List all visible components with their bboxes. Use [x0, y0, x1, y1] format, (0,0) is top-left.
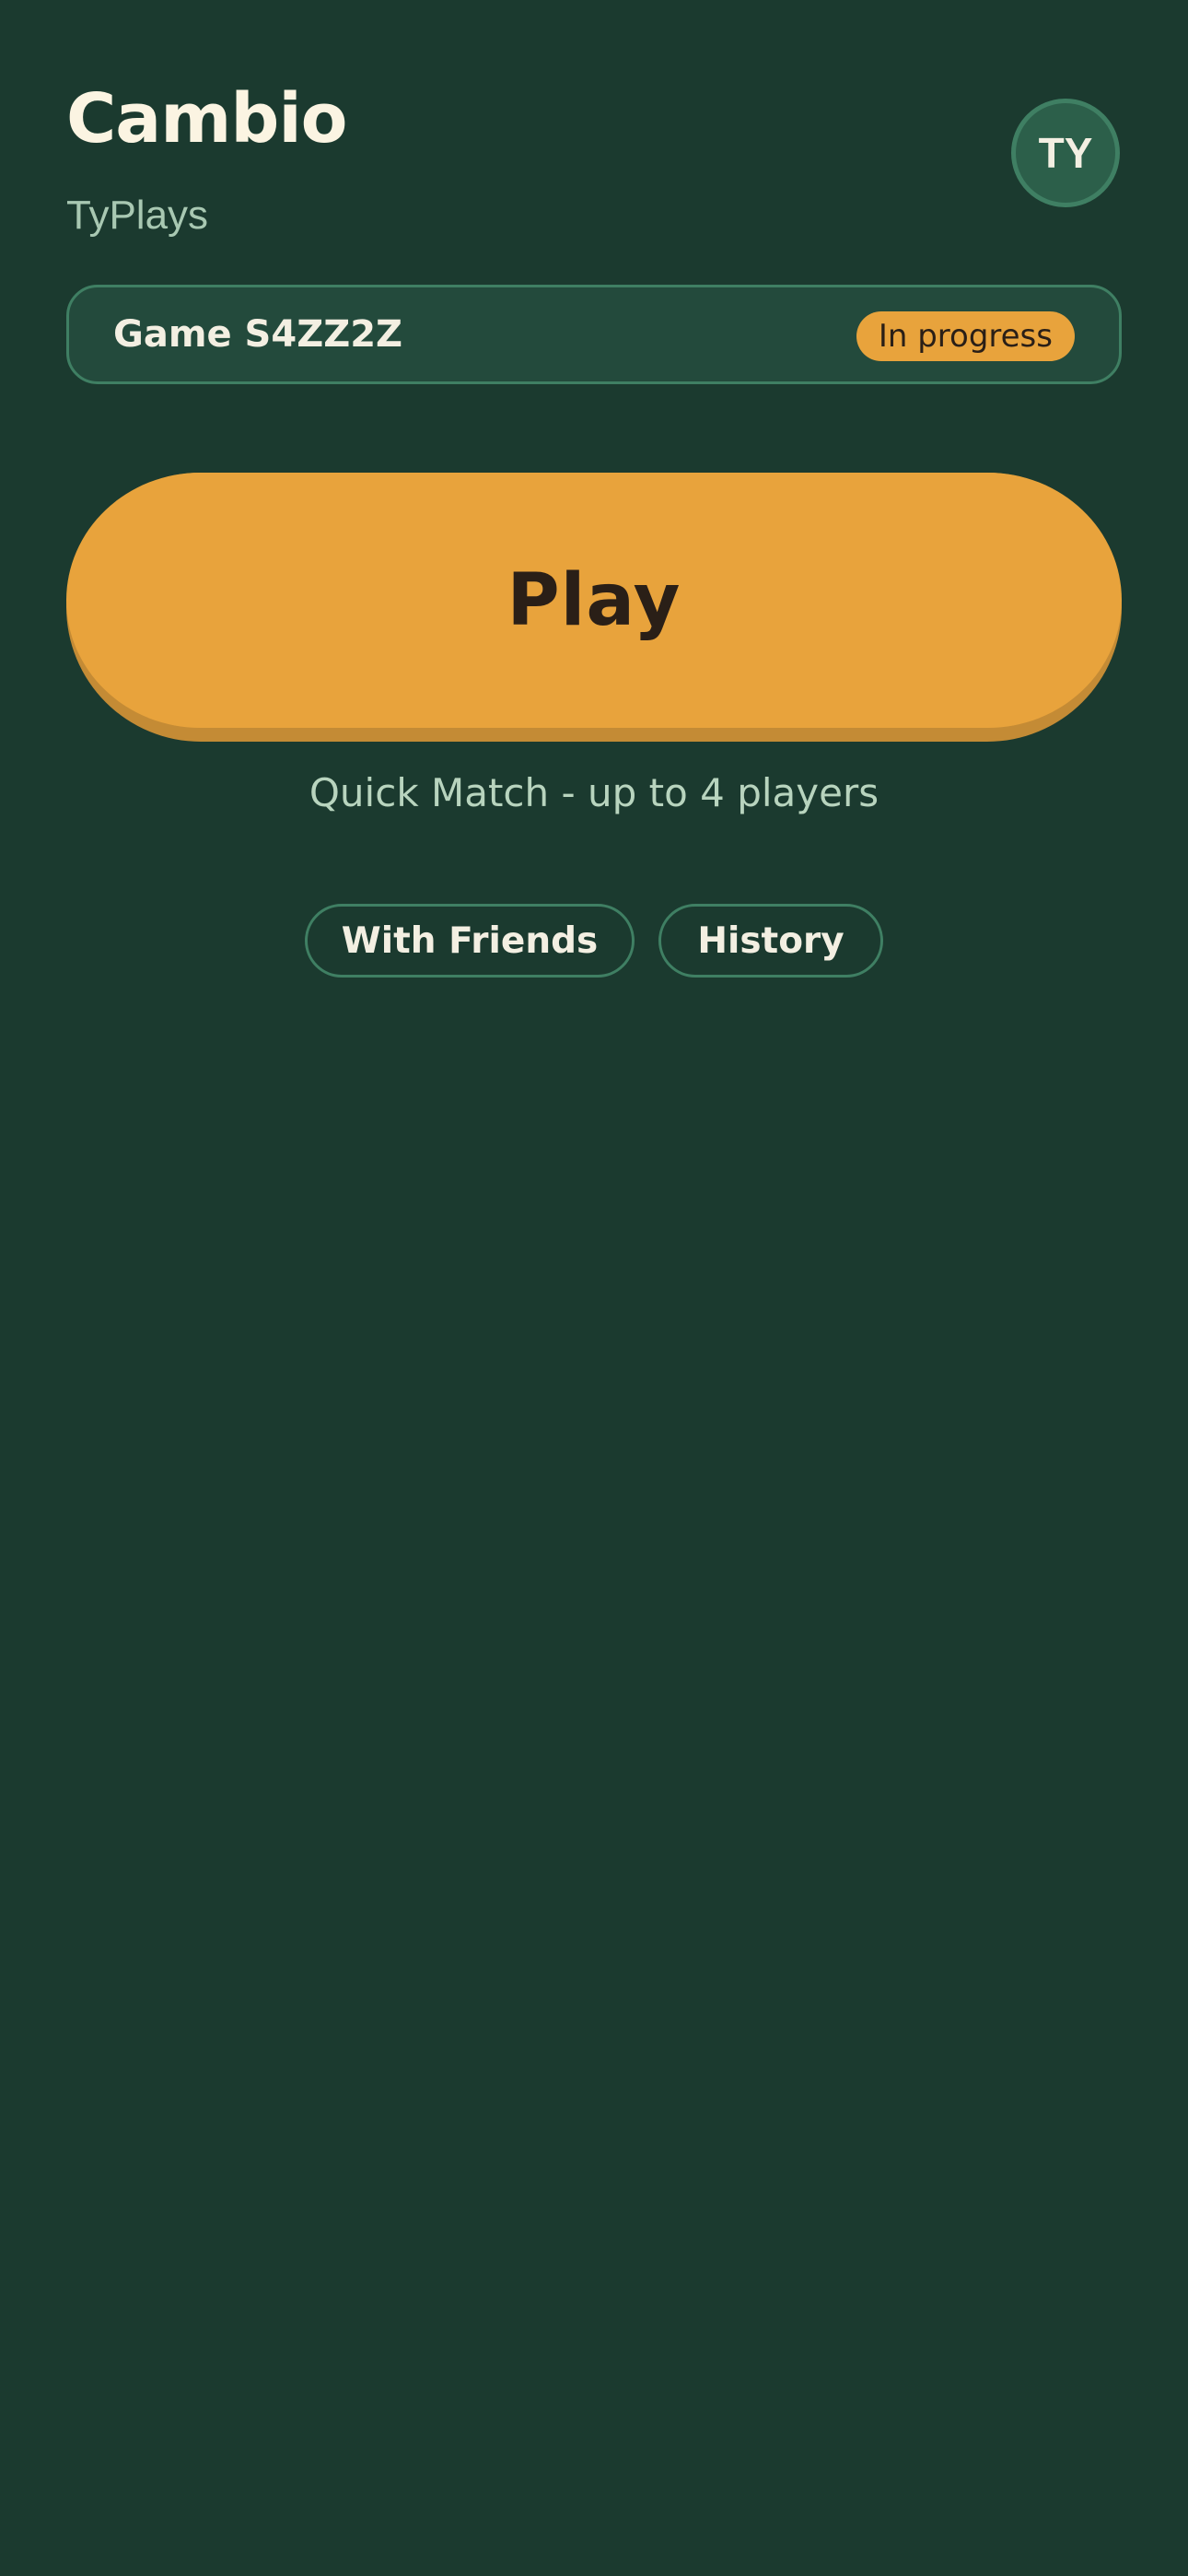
secondary-actions: With Friends History	[0, 904, 1188, 978]
play-label: Play	[507, 558, 681, 642]
game-label: Game S4ZZ2Z	[113, 313, 403, 356]
history-button[interactable]: History	[658, 904, 883, 978]
status-badge: In progress	[856, 311, 1075, 361]
username: TyPlays	[66, 193, 209, 238]
app-title: Cambio	[66, 79, 348, 158]
avatar-button[interactable]: TY	[1011, 99, 1120, 207]
avatar-initials: TY	[1038, 129, 1093, 177]
play-subtitle: Quick Match - up to 4 players	[309, 770, 879, 815]
with-friends-button[interactable]: With Friends	[305, 904, 635, 978]
play-button-face: Play	[66, 473, 1122, 728]
current-game-card[interactable]: Game S4ZZ2Z In progress	[66, 285, 1122, 384]
play-button[interactable]: Play	[66, 473, 1122, 742]
